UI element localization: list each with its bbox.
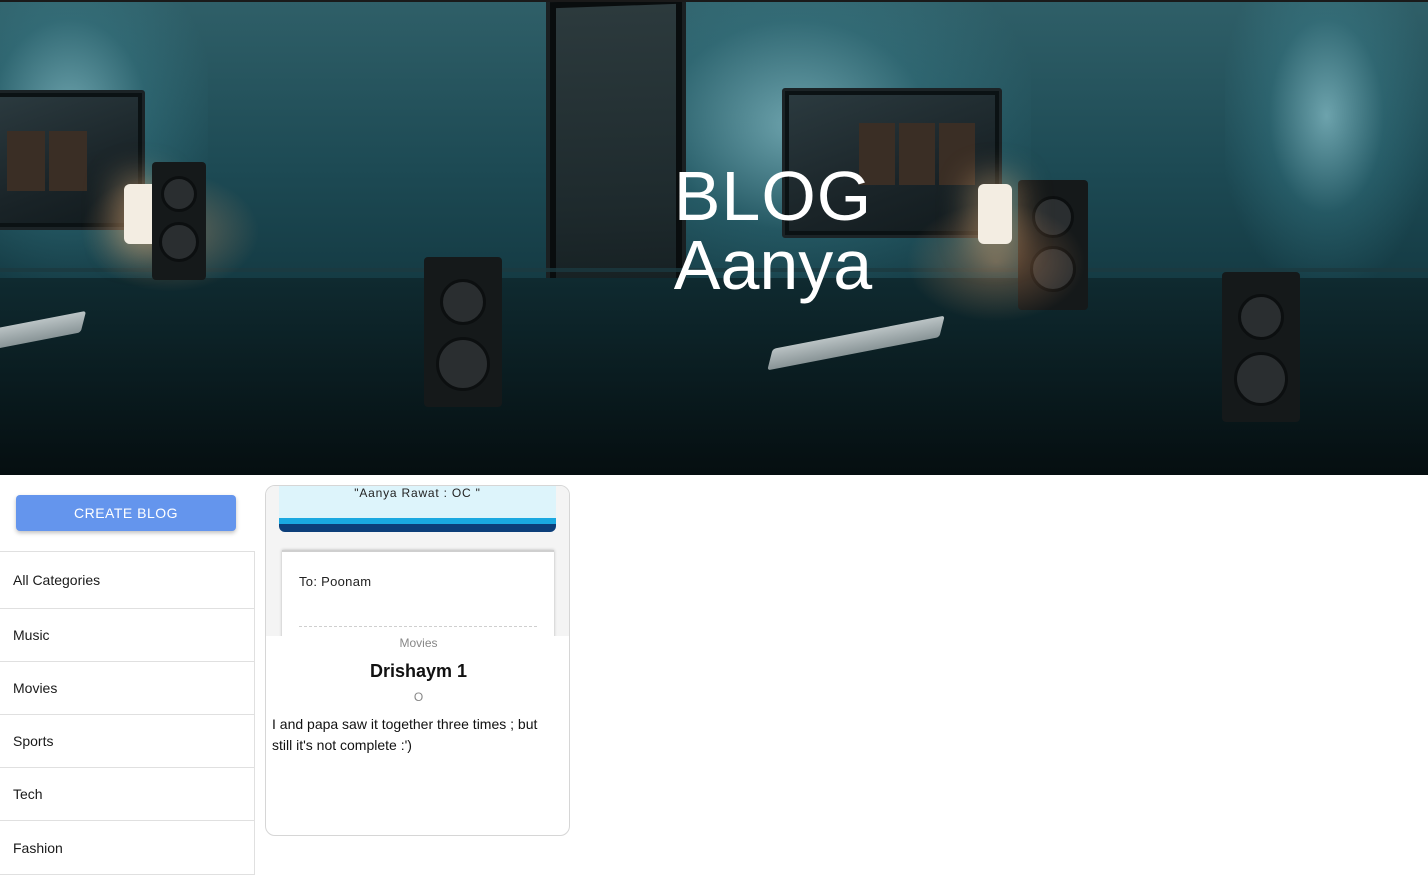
hero-title-line2: Aanya	[673, 225, 873, 304]
post-category: Movies	[399, 636, 438, 650]
category-all[interactable]: All Categories	[0, 552, 254, 609]
letterhead-band	[279, 524, 556, 532]
thumbnail-header-quote: "Aanya Rawat : OC "	[354, 486, 481, 500]
post-author: O	[413, 690, 424, 704]
post-title: Drishaym 1	[369, 661, 468, 681]
thumbnail-divider	[299, 626, 537, 627]
category-sports[interactable]: Sports	[0, 715, 254, 768]
hero-title-line1: BLOG	[673, 157, 873, 235]
thumbnail-letterhead: "Aanya Rawat : OC "	[279, 486, 556, 532]
post-thumbnail: "Aanya Rawat : OC " To: Poonam	[266, 486, 569, 636]
create-blog-button[interactable]: CREATE BLOG	[16, 495, 236, 531]
category-tech[interactable]: Tech	[0, 768, 254, 821]
thumbnail-paper: To: Poonam	[282, 550, 554, 636]
hero-banner: BLOG Aanya	[0, 0, 1428, 475]
category-movies[interactable]: Movies	[0, 662, 254, 715]
category-music[interactable]: Music	[0, 609, 254, 662]
banner-image-right	[1202, 2, 1428, 475]
categories-table: All Categories Music Movies Sports Tech …	[0, 551, 255, 875]
post-card[interactable]: "Aanya Rawat : OC " To: Poonam Movies Dr…	[265, 485, 570, 836]
category-fashion[interactable]: Fashion	[0, 821, 254, 874]
thumbnail-to-line: To: Poonam	[299, 574, 372, 589]
hero-title: BLOG Aanya	[600, 157, 946, 304]
post-description: I and papa saw it together three times ;…	[272, 716, 538, 753]
banner-image-left	[0, 2, 346, 475]
